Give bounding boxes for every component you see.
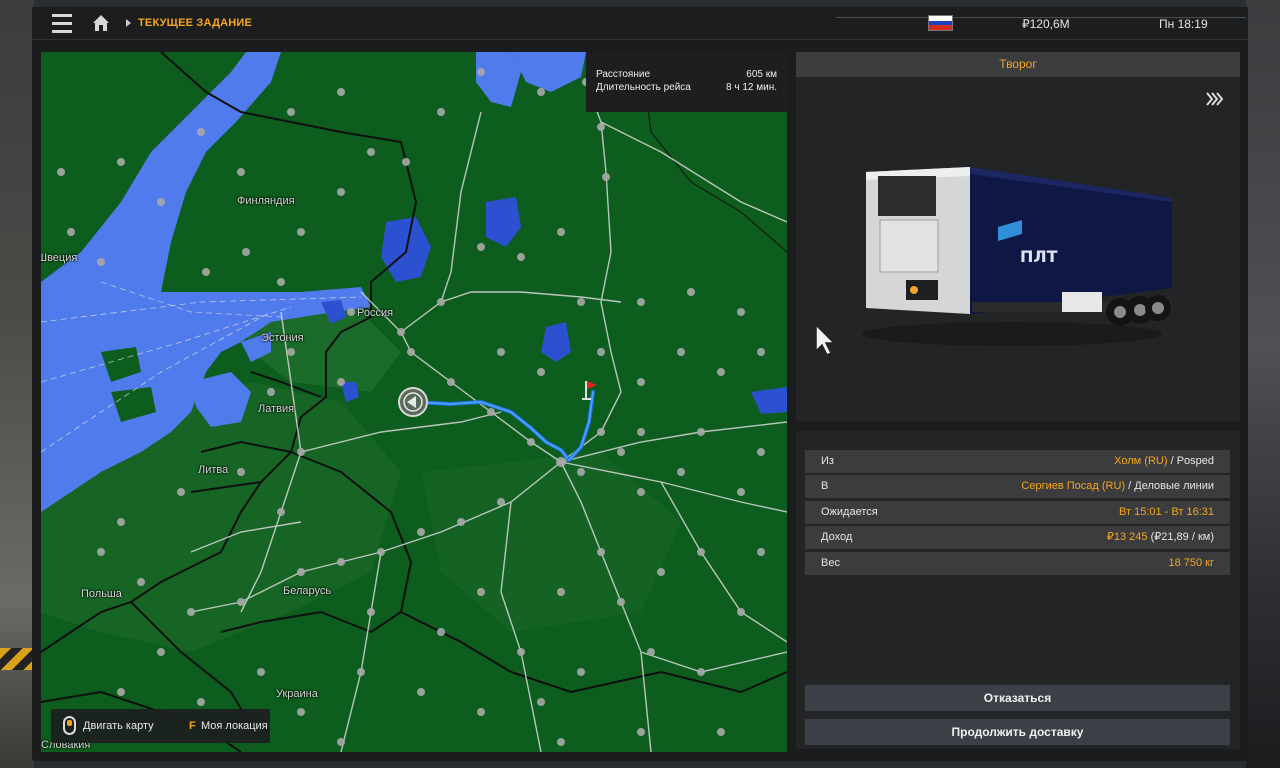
detail-row-expected: Ожидается Вт 15:01 - Вт 16:31	[805, 501, 1230, 524]
cargo-preview-panel: Творог ПЛТ	[796, 52, 1240, 421]
trailer-logo-text: ПЛТ	[1020, 247, 1058, 266]
key-f-hint: F	[189, 720, 196, 732]
from-company: Posped	[1176, 455, 1214, 467]
to-company: Деловые линии	[1134, 480, 1214, 492]
duration-label: Длительность рейса	[596, 82, 691, 93]
hazard-stripe	[0, 648, 34, 670]
job-details-panel: Из Холм (RU) / Posped В Сергиев Посад (R…	[796, 431, 1240, 749]
move-map-label: Двигать карту	[83, 720, 154, 732]
to-city: Сергиев Посад (RU)	[1021, 480, 1126, 492]
to-label: В	[821, 480, 829, 492]
weight-value: 18 750 кг	[1168, 557, 1214, 569]
background-right	[1246, 0, 1280, 768]
map-label-belarus: Беларусь	[283, 585, 332, 597]
player-location-icon	[398, 387, 428, 417]
money-balance: ₽120,6M	[1022, 17, 1070, 31]
income-value: ₽13 245	[1106, 531, 1148, 543]
expected-label: Ожидается	[821, 506, 878, 518]
menu-icon[interactable]	[52, 14, 72, 33]
distance-label: Расстояние	[596, 69, 651, 80]
breadcrumb: ТЕКУЩЕЕ ЗАДАНИЕ	[138, 17, 253, 29]
distance-value: 605 км	[746, 69, 777, 80]
income-label: Доход	[821, 531, 853, 543]
cancel-job-button[interactable]: Отказаться	[805, 685, 1230, 711]
from-label: Из	[821, 455, 834, 467]
game-clock: Пн 18:19	[1159, 17, 1208, 31]
mouse-icon	[63, 716, 76, 735]
destination-flag-icon	[582, 381, 597, 400]
map-label-russia: Россия	[357, 307, 394, 319]
breadcrumb-arrow-icon	[126, 19, 131, 27]
mouse-cursor-icon	[815, 323, 836, 357]
home-icon[interactable]	[91, 13, 111, 33]
map-label-latvia: Латвия	[258, 403, 295, 415]
map-label-finland: Финляндия	[237, 195, 295, 207]
weight-label: Вес	[821, 557, 840, 569]
top-bar: ТЕКУЩЕЕ ЗАДАНИЕ ₽120,6M Пн 18:19	[32, 7, 1248, 40]
detail-row-weight: Вес 18 750 кг	[805, 552, 1230, 575]
from-city: Холм (RU)	[1114, 455, 1168, 467]
map-label-ukraine: Украина	[276, 688, 318, 700]
route-info-panel: Расстояние 605 км Длительность рейса 8 ч…	[586, 52, 787, 112]
income-rate: (₽21,89 / км)	[1150, 531, 1214, 543]
trailer-image: ПЛТ	[862, 167, 1172, 346]
duration-value: 8 ч 12 мин.	[726, 82, 777, 93]
fast-forward-icon[interactable]	[1206, 92, 1224, 106]
my-location-button[interactable]: Моя локация	[201, 720, 268, 732]
cargo-name: Творог	[796, 52, 1240, 77]
map-label-estonia: Эстония	[261, 332, 304, 344]
detail-row-income: Доход ₽13 245 (₽21,89 / км)	[805, 526, 1230, 549]
map-label-lithuania: Литва	[198, 464, 229, 476]
continue-delivery-button[interactable]: Продолжить доставку	[805, 719, 1230, 745]
russia-flag-icon	[928, 15, 953, 31]
map-label-sweden: Швеция	[41, 252, 78, 264]
detail-row-from: Из Холм (RU) / Posped	[805, 450, 1230, 473]
expected-value: Вт 15:01 - Вт 16:31	[1119, 506, 1214, 518]
map-label-poland: Польша	[81, 588, 122, 600]
map-controls-hint: Двигать карту F Моя локация	[51, 709, 270, 743]
route-map[interactable]: Финляндия Швеция Эстония Россия Латвия Л…	[41, 52, 787, 752]
detail-row-to: В Сергиев Посад (RU) / Деловые линии	[805, 475, 1230, 498]
